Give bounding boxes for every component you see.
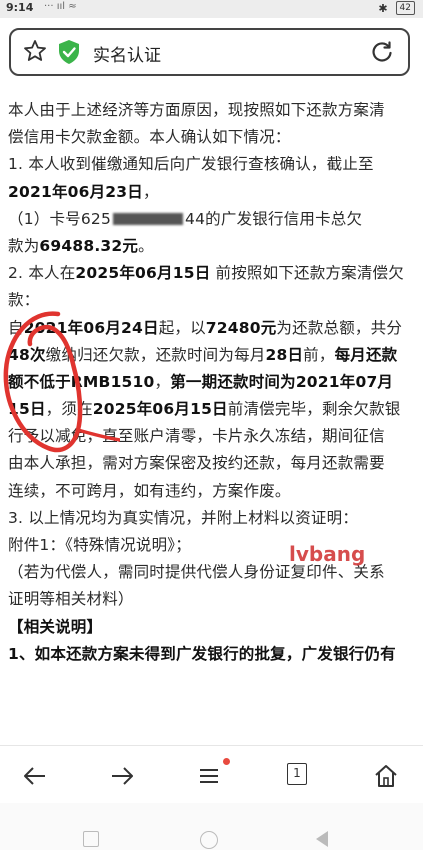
- browser-toolbar: 1: [0, 745, 423, 804]
- text-segment: 2021年06月23日: [8, 182, 143, 201]
- back-triangle-icon[interactable]: [316, 831, 328, 847]
- text-segment: 1、如本还款方案未得到广发银行的批复，广发银行仍有: [8, 644, 396, 663]
- text-line: 款：: [8, 287, 416, 314]
- text-line: 连续，不可跨月，如有违约，方案作废。: [8, 478, 416, 505]
- text-segment: 额不低于RMB1510: [8, 372, 155, 391]
- text-segment: 款：: [8, 291, 40, 310]
- text-line: 款为69488.32元。: [8, 233, 416, 260]
- text-segment: 证明等相关材料）: [8, 590, 134, 609]
- text-segment: 连续，不可跨月，如有违约，方案作废。: [8, 481, 291, 500]
- text-line: 自2021年06月24日起，以72480元为还款总额，共分: [8, 315, 416, 342]
- text-segment: 前清偿完毕，剩余欠款银: [227, 400, 401, 419]
- text-segment: 每月还款: [334, 345, 398, 364]
- text-segment: 自: [8, 318, 24, 337]
- text-segment: 前，: [303, 345, 335, 364]
- text-segment: ，: [142, 182, 159, 201]
- text-line: 【相关说明】: [8, 614, 416, 641]
- text-segment: 为还款总额，共分: [276, 318, 403, 337]
- tabs-icon: 1: [293, 766, 301, 780]
- text-segment: 。: [138, 236, 154, 255]
- text-segment: 69488.32元: [39, 236, 139, 255]
- page-title[interactable]: 实名认证: [93, 41, 161, 66]
- text-line: 2. 本人在2025年06月15日 前按照如下还款方案清偿欠: [8, 260, 416, 287]
- battery-icon: 42: [395, 1, 415, 15]
- star-icon[interactable]: [23, 39, 47, 63]
- text-segment: 【相关说明】: [8, 617, 103, 636]
- forward-arrow-icon[interactable]: [109, 763, 135, 789]
- home-circle-icon[interactable]: [200, 831, 218, 849]
- text-segment: 偿信用卡欠款金额。本人确认如下情况：: [8, 128, 291, 147]
- text-segment: 28日: [265, 345, 304, 364]
- status-bar: 9:14 ··· ııl ≈ ✱ 42: [0, 0, 423, 18]
- text-segment: 2. 本人在: [8, 264, 76, 283]
- text-segment: 缴纳归还欠款，还款时间为每月: [45, 345, 266, 364]
- status-time: 9:14: [6, 1, 34, 14]
- text-segment: ，须在: [45, 400, 93, 419]
- address-bar[interactable]: 实名认证: [9, 28, 410, 76]
- redacted-block: [113, 213, 184, 226]
- text-line: （1）卡号625 44的广发银行信用卡总欠: [8, 206, 416, 233]
- text-segment: 2021年06月24日: [23, 318, 159, 337]
- document-content: 本人由于上述经济等方面原因，现按照如下还款方案清 偿信用卡欠款金额。本人确认如下情…: [8, 97, 416, 668]
- home-icon[interactable]: [373, 763, 399, 789]
- signal-icon: ··· ııl ≈: [44, 1, 77, 12]
- text-segment: 第一期还款时间为2021年07月: [170, 372, 394, 391]
- text-segment: 款为: [8, 236, 40, 255]
- text-segment: 72480元: [205, 318, 277, 337]
- text-segment: 1. 本人收到催缴通知后向广发银行查核确认，截止至: [8, 155, 374, 174]
- text-segment: 由本人承担，需对方案保密及按约还款，每月还款需要: [8, 454, 385, 473]
- text-line: 3. 以上情况均为真实情况，并附上材料以资证明：: [8, 505, 416, 532]
- text-line: 2021年06月23日，: [8, 179, 416, 206]
- text-segment: 15日: [8, 400, 46, 419]
- menu-icon[interactable]: [198, 763, 224, 789]
- tabs-button[interactable]: 1: [287, 763, 307, 785]
- text-line: 行予以减免，直至账户清零，卡片永久冻结，期间征信: [8, 423, 416, 450]
- text-segment: ，: [154, 372, 171, 391]
- back-arrow-icon[interactable]: [22, 763, 48, 789]
- text-segment: 行予以减免，直至账户清零，卡片永久冻结，期间征信: [8, 427, 385, 446]
- recent-apps-icon[interactable]: [83, 831, 99, 847]
- system-nav-bar: [0, 803, 423, 850]
- reload-icon[interactable]: [370, 40, 394, 64]
- text-segment: 2025年06月15日: [92, 400, 228, 419]
- text-segment: （1）卡号625: [8, 209, 112, 228]
- text-line: 1. 本人收到催缴通知后向广发银行查核确认，截止至: [8, 151, 416, 178]
- text-segment: 44的广发银行信用卡总欠: [185, 209, 363, 228]
- text-line: 1、如本还款方案未得到广发银行的批复，广发银行仍有: [8, 641, 416, 668]
- text-line: 偿信用卡欠款金额。本人确认如下情况：: [8, 124, 416, 151]
- text-line: 额不低于RMB1510，第一期还款时间为2021年07月: [8, 369, 416, 396]
- text-line: 15日，须在2025年06月15日前清偿完毕，剩余欠款银: [8, 396, 416, 423]
- text-segment: 附件1：《特殊情况说明》；: [8, 536, 191, 554]
- status-right: ✱ 42: [378, 1, 415, 15]
- text-segment: 48次: [8, 345, 46, 364]
- text-line: 由本人承担，需对方案保密及按约还款，每月还款需要: [8, 450, 416, 477]
- bluetooth-icon: ✱: [378, 1, 388, 15]
- text-line: 证明等相关材料）: [8, 586, 416, 613]
- shield-check-icon: [59, 40, 79, 64]
- text-line: 48次缴纳归还欠款，还款时间为每月28日前，每月还款: [8, 342, 416, 369]
- text-segment: 2025年06月15日: [75, 264, 211, 283]
- watermark: lvbang: [289, 542, 366, 566]
- text-segment: 本人由于上述经济等方面原因，现按照如下还款方案清: [8, 101, 385, 119]
- menu-badge-dot: [223, 758, 230, 765]
- text-segment: 起，以: [158, 318, 206, 337]
- text-segment: 3. 以上情况均为真实情况，并附上材料以资证明：: [8, 508, 359, 527]
- text-line: 本人由于上述经济等方面原因，现按照如下还款方案清: [8, 97, 416, 124]
- text-segment: 前按照如下还款方案清偿欠: [210, 264, 404, 283]
